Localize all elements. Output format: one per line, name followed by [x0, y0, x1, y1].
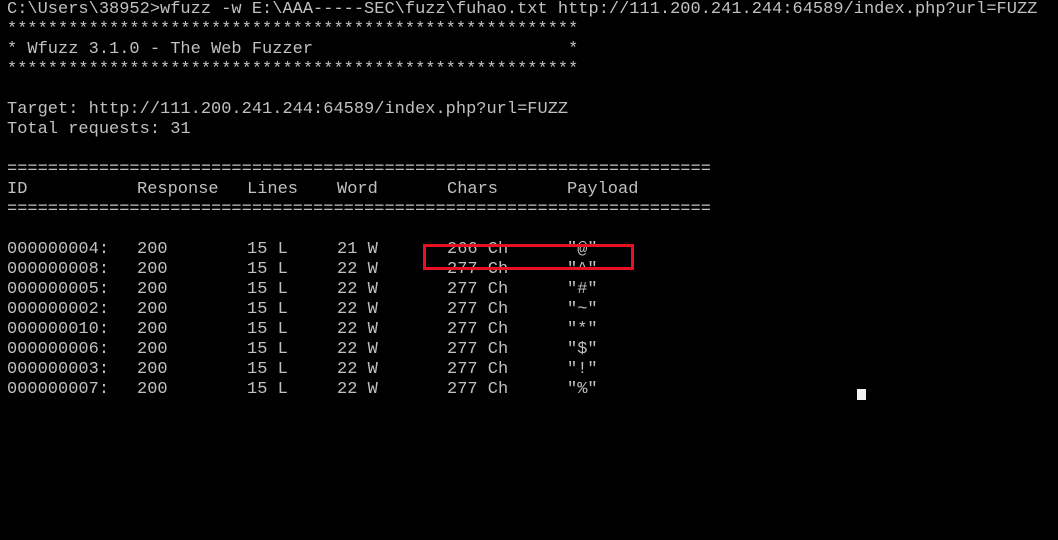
row-response: 200: [137, 260, 168, 279]
row-id: 000000005:: [7, 280, 110, 299]
row-response: 200: [137, 280, 168, 299]
console-output[interactable]: C:\Users\38952>wfuzz -w E:\AAA-----SEC\f…: [7, 0, 1058, 400]
row-id: 000000010:: [7, 320, 110, 339]
table-rule: ========================================…: [7, 160, 711, 179]
row-id: 000000003:: [7, 360, 110, 379]
banner-title: * Wfuzz 3.1.0 - The Web Fuzzer *: [7, 40, 579, 59]
row-word: 22 W: [337, 320, 378, 339]
row-response: 200: [137, 320, 168, 339]
banner-line: ****************************************…: [7, 60, 579, 79]
header-id: ID: [7, 180, 28, 199]
row-lines: 15 L: [247, 360, 288, 379]
table-header: ID Response Lines Word Chars Payload: [7, 180, 1058, 200]
row-id: 000000006:: [7, 340, 110, 359]
row-lines: 15 L: [247, 380, 288, 399]
row-chars: 277 Ch: [447, 380, 509, 399]
row-payload: "$": [567, 340, 598, 359]
header-payload: Payload: [567, 180, 639, 199]
row-response: 200: [137, 360, 168, 379]
row-word: 22 W: [337, 260, 378, 279]
table-row: 000000005: 200 15 L 22 W 277 Ch "#": [7, 280, 1058, 300]
table-row: 000000002: 200 15 L 22 W 277 Ch "~": [7, 300, 1058, 320]
row-word: 22 W: [337, 300, 378, 319]
text-cursor: [857, 389, 866, 400]
row-word: 22 W: [337, 380, 378, 399]
row-lines: 15 L: [247, 340, 288, 359]
target-line: Target: http://111.200.241.244:64589/ind…: [7, 100, 569, 119]
row-response: 200: [137, 240, 168, 259]
row-chars: 277 Ch: [447, 280, 509, 299]
header-response: Response: [137, 180, 219, 199]
highlight-annotation-box: [423, 244, 634, 270]
row-word: 22 W: [337, 280, 378, 299]
row-word: 22 W: [337, 340, 378, 359]
row-lines: 15 L: [247, 280, 288, 299]
row-payload: "%": [567, 380, 598, 399]
row-response: 200: [137, 300, 168, 319]
row-payload: "~": [567, 300, 598, 319]
row-word: 21 W: [337, 240, 378, 259]
row-response: 200: [137, 340, 168, 359]
table-row: 000000006: 200 15 L 22 W 277 Ch "$": [7, 340, 1058, 360]
header-word: Word: [337, 180, 378, 199]
banner-line: ****************************************…: [7, 20, 579, 39]
row-word: 22 W: [337, 360, 378, 379]
row-payload: "*": [567, 320, 598, 339]
header-chars: Chars: [447, 180, 499, 199]
table-row: 000000003: 200 15 L 22 W 277 Ch "!": [7, 360, 1058, 380]
row-response: 200: [137, 380, 168, 399]
row-id: 000000004:: [7, 240, 110, 259]
row-chars: 277 Ch: [447, 360, 509, 379]
row-lines: 15 L: [247, 320, 288, 339]
row-id: 000000008:: [7, 260, 110, 279]
command-line: C:\Users\38952>wfuzz -w E:\AAA-----SEC\f…: [7, 0, 1038, 19]
row-id: 000000002:: [7, 300, 110, 319]
table-rule: ========================================…: [7, 200, 711, 219]
header-lines: Lines: [247, 180, 299, 199]
row-lines: 15 L: [247, 260, 288, 279]
row-chars: 277 Ch: [447, 320, 509, 339]
total-requests-line: Total requests: 31: [7, 120, 191, 139]
row-payload: "#": [567, 280, 598, 299]
row-lines: 15 L: [247, 240, 288, 259]
table-row: 000000007: 200 15 L 22 W 277 Ch "%": [7, 380, 1058, 400]
row-chars: 277 Ch: [447, 340, 509, 359]
row-chars: 277 Ch: [447, 300, 509, 319]
row-lines: 15 L: [247, 300, 288, 319]
row-id: 000000007:: [7, 380, 110, 399]
table-row: 000000010: 200 15 L 22 W 277 Ch "*": [7, 320, 1058, 340]
row-payload: "!": [567, 360, 598, 379]
